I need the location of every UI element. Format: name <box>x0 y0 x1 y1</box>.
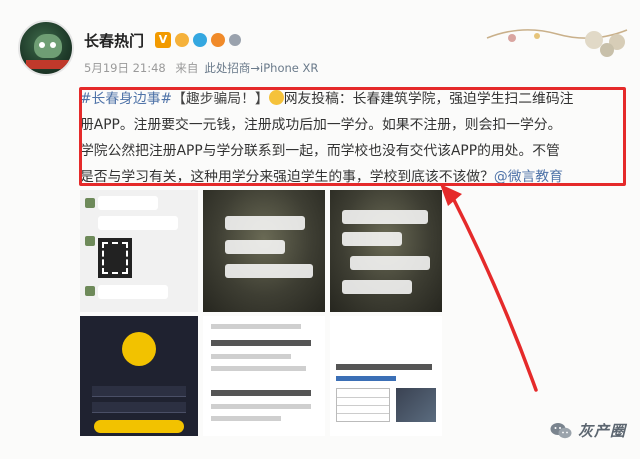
article-screenshot-2[interactable] <box>330 316 442 436</box>
post-meta: 5月19日 21:48 来自 此处招商→iPhone XR <box>84 60 324 76</box>
article-screenshot-1[interactable] <box>203 316 325 436</box>
chat-bubble <box>98 285 168 299</box>
article-line <box>211 354 291 359</box>
watermark: 灰产圈 <box>550 420 626 441</box>
chat-bubble <box>350 256 430 270</box>
chat-bubble <box>225 216 305 230</box>
decorative-banner-icon <box>486 29 628 57</box>
camera-badge-icon <box>193 33 207 47</box>
weibo-post: 长春热门 V 5月19日 21:48 来自 此处招商→iPhone XR #长春身… <box>0 0 640 459</box>
app-logo-icon <box>122 332 156 366</box>
article-line <box>211 324 301 329</box>
post-time[interactable]: 5月19日 21:48 <box>84 61 166 75</box>
chat-avatar <box>85 286 95 296</box>
article-link-line <box>336 376 396 381</box>
verified-icon: V <box>155 32 171 48</box>
article-line <box>211 404 311 409</box>
article-line <box>211 416 281 421</box>
app-code-field <box>92 402 186 413</box>
medal-badge-icon <box>229 34 241 46</box>
chat-avatar <box>85 198 95 208</box>
avatar-eye-right <box>50 42 56 48</box>
article-headline <box>211 390 311 396</box>
chat-bubble <box>225 264 313 278</box>
user-avatar[interactable] <box>18 20 74 76</box>
chat-bubble <box>342 210 428 224</box>
chat-bubble <box>98 196 158 210</box>
chat-avatar <box>85 236 95 246</box>
article-headline <box>211 340 311 346</box>
wechat-icon <box>550 422 572 438</box>
app-phone-field <box>92 386 186 397</box>
avatar-band <box>26 60 70 69</box>
chat-bubble <box>98 216 178 230</box>
chat-bubble <box>342 280 412 294</box>
user-badges: V <box>155 32 241 48</box>
post-source: 此处招商→iPhone XR <box>204 61 319 75</box>
fans-badge-icon <box>211 33 225 47</box>
highlight-box <box>79 87 626 186</box>
watermark-text: 灰产圈 <box>577 422 626 440</box>
chat-screenshot-1[interactable] <box>80 190 198 312</box>
app-screenshot[interactable] <box>80 316 198 436</box>
post-from-label: 来自 <box>175 61 199 75</box>
avatar-eye-left <box>39 42 45 48</box>
article-table-thumb <box>336 388 390 422</box>
chat-bubble <box>225 240 285 254</box>
username[interactable]: 长春热门 <box>84 30 144 51</box>
member-badge-icon <box>175 33 189 47</box>
article-line <box>211 366 306 371</box>
chat-bubble <box>342 232 402 246</box>
qr-code-icon <box>98 238 132 278</box>
chat-screenshot-2[interactable] <box>203 190 325 312</box>
chat-screenshot-3[interactable] <box>330 190 442 312</box>
app-register-button <box>94 420 184 433</box>
article-image-thumb <box>396 388 436 422</box>
article-headline <box>336 364 432 370</box>
